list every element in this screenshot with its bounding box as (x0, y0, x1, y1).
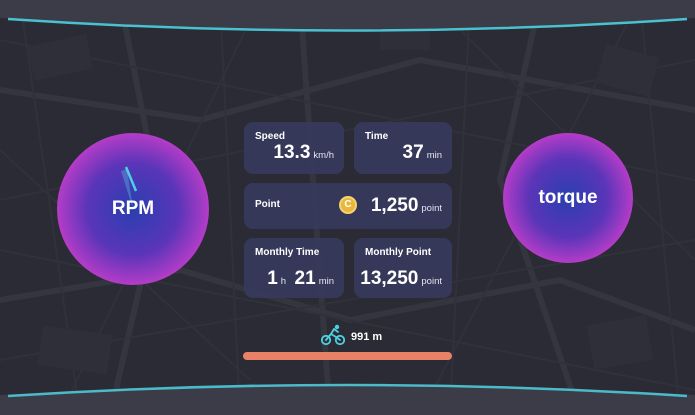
rpm-label: RPM (111, 198, 155, 219)
torque-label: torque (538, 187, 598, 208)
monthly-time-value-group: 1h 21 min (267, 268, 334, 290)
time-unit: min (426, 150, 442, 161)
monthly-point-card: Monthly Point 13,250 point (354, 238, 452, 298)
monthly-time-title: Monthly Time (255, 247, 320, 258)
monthly-time-card: Monthly Time 1h 21 min (244, 238, 344, 298)
time-title: Time (365, 131, 389, 142)
time-card: Time 37 min (354, 122, 452, 174)
speed-value: 13.3 (273, 142, 311, 163)
monthly-point-title: Monthly Point (365, 247, 432, 258)
monthly-time-hours-unit: h (280, 276, 287, 287)
point-value: 1,250 (370, 195, 419, 216)
monthly-point-value-group: 13,250 point (360, 268, 442, 290)
distance-progress-bar (243, 352, 452, 360)
distance-progress-fill (243, 352, 452, 360)
speed-title: Speed (255, 131, 286, 142)
coin-icon: C (339, 196, 357, 214)
speed-unit: km/h (313, 150, 334, 161)
point-card: Point C 1,250 point (244, 183, 452, 229)
monthly-time-minutes: 21 (294, 268, 316, 289)
cyclist-icon (321, 324, 345, 346)
speed-card: Speed 13.3 km/h (244, 122, 344, 174)
point-unit: point (421, 203, 442, 214)
point-title: Point (255, 199, 280, 210)
rpm-gauge: RPM (57, 133, 209, 285)
top-frame (0, 0, 695, 32)
monthly-time-hours: 1 (267, 268, 278, 289)
time-value-group: 37 min (403, 142, 442, 164)
speed-value-group: 13.3 km/h (273, 142, 334, 164)
bottom-frame (0, 383, 695, 415)
torque-gauge: torque (503, 133, 633, 263)
monthly-point-unit: point (421, 276, 442, 287)
monthly-time-minutes-unit: min (318, 276, 334, 287)
monthly-point-value: 13,250 (360, 268, 419, 289)
point-value-group: 1,250 point (371, 195, 442, 217)
time-value: 37 (402, 142, 424, 163)
distance-value: 991 m (351, 331, 383, 343)
